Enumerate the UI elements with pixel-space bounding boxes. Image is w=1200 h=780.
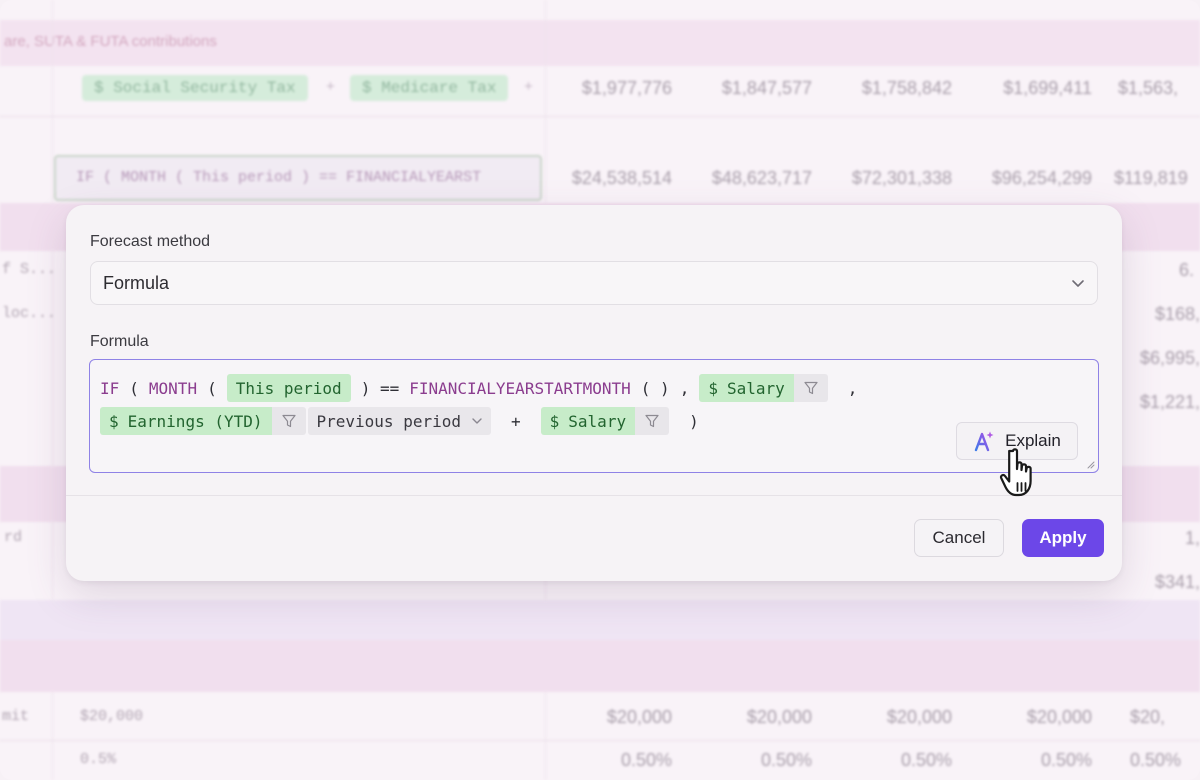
table-row: $24,538,514 $48,623,717 $72,301,338 $96,…: [0, 158, 1200, 198]
hand-pointer-cursor-icon: [999, 448, 1032, 497]
formula-fysm: FINANCIALYEARSTARTMONTH: [409, 378, 631, 398]
period-select[interactable]: Previous period: [307, 407, 491, 435]
table-cell: $1,563,: [1118, 78, 1179, 98]
table-cell: $1,221,: [1139, 392, 1200, 412]
formula-label: Formula: [90, 333, 149, 350]
side-label: f S...: [2, 261, 57, 278]
social-security-chip: $ Social Security Tax: [82, 75, 308, 101]
side-label: rd: [4, 529, 23, 546]
formula-comma: ,: [679, 378, 690, 398]
table-cell: $20,000: [886, 707, 952, 727]
resize-handle-icon[interactable]: [1085, 459, 1095, 469]
salary-filter-button[interactable]: [635, 407, 670, 435]
table-cell: $24,538,514: [571, 168, 672, 188]
formula-month: MONTH: [148, 378, 198, 398]
table-row: 0.5% 0.50% 0.50% 0.50% 0.50% 0.50%: [0, 740, 1200, 780]
salary-chip[interactable]: $ Salary: [699, 374, 794, 402]
table-cell: 6.: [1178, 260, 1194, 280]
filter-icon: [281, 414, 296, 428]
side-label: mit: [2, 708, 30, 725]
table-cell: $20,000: [606, 707, 672, 727]
table-cell: 0.50%: [620, 750, 672, 770]
forecast-method-label: Forecast method: [90, 233, 211, 250]
salary-chip-label: Salary: [726, 378, 785, 398]
salary-chip-label: Salary: [568, 411, 627, 431]
table-cell: 0.50%: [1130, 750, 1182, 770]
filter-icon: [645, 414, 659, 428]
table-cell: $96,254,299: [991, 168, 1092, 188]
chevron-down-icon: [1072, 280, 1084, 287]
table-cell: $1,977,776: [581, 78, 672, 98]
app-window: are, SUTA & FUTA contributions $ Social …: [0, 0, 1200, 780]
table-cell: $1,847,577: [721, 78, 812, 98]
formula-line-2: $ Earnings (YTD) Previous period + $ Salar…: [100, 407, 699, 435]
table-cell: $20,000: [746, 707, 812, 727]
table-cell: 0.50%: [900, 750, 952, 770]
period-select-value: Previous period: [316, 411, 462, 431]
table-cell: $20,: [1130, 707, 1166, 727]
rate-label: 0.5%: [80, 751, 117, 768]
table-cell: $72,301,338: [851, 168, 952, 188]
earnings-ytd-chip[interactable]: $ Earnings (YTD): [100, 407, 272, 435]
apply-button[interactable]: Apply: [1022, 519, 1104, 557]
section-title: are, SUTA & FUTA contributions: [4, 33, 217, 50]
amount-label: $20,000: [80, 708, 144, 725]
forecast-method-dialog: Forecast method Formula Formula IF ( MON…: [66, 205, 1122, 581]
side-label: loc...: [2, 305, 57, 322]
formula-if: IF: [100, 378, 120, 398]
formula-paren: (: [129, 378, 139, 398]
formula-line-1: IF ( MONTH ( This period ) == FINANCIALY…: [100, 374, 857, 402]
ai-sparkle-icon: [974, 431, 994, 452]
formula-paren: (: [207, 378, 217, 398]
forecast-method-select[interactable]: Formula: [90, 261, 1098, 305]
dollar-icon: $: [549, 411, 560, 431]
table-cell: $168,: [1154, 304, 1200, 324]
formula-editor[interactable]: IF ( MONTH ( This period ) == FINANCIALY…: [89, 359, 1099, 473]
salary-chip[interactable]: $ Salary: [540, 407, 636, 435]
dollar-icon: $: [708, 378, 718, 398]
table-cell: 0.50%: [1040, 750, 1092, 770]
forecast-method-value: Formula: [103, 272, 170, 293]
table-cell: $20,000: [1026, 707, 1092, 727]
chevron-down-icon: [472, 418, 482, 424]
modal-divider: [66, 495, 1122, 496]
medicare-chip: $ Medicare Tax: [350, 75, 509, 101]
table-cell: $48,623,717: [711, 168, 812, 188]
table-cell: $341,: [1154, 572, 1200, 592]
filter-icon: [804, 381, 818, 395]
table-cell: $6,995,: [1139, 348, 1200, 368]
table-cell: $1,758,842: [861, 78, 952, 98]
earnings-filter-button[interactable]: [271, 407, 306, 435]
table-cell: $1,699,411: [1003, 78, 1092, 98]
table-cell: 0.50%: [760, 750, 812, 770]
earnings-chip-label: Earnings (YTD): [127, 411, 263, 431]
table-row: $ Social Security Tax + $ Medicare Tax +…: [0, 68, 1200, 108]
formula-close-paren: ): [689, 411, 699, 431]
salary-filter-button[interactable]: [793, 374, 828, 402]
formula-plus: +: [511, 411, 521, 431]
table-cell: 1,: [1184, 528, 1200, 548]
formula-comma: ,: [847, 378, 858, 398]
dollar-icon: $: [109, 411, 119, 431]
formula-equals: ) ==: [360, 378, 400, 398]
table-row: mit $20,000 $20,000 $20,000 $20,000 $20,…: [0, 697, 1200, 737]
cancel-button[interactable]: Cancel: [914, 519, 1004, 557]
table-cell: $119,819: [1114, 168, 1188, 188]
this-period-chip[interactable]: This period: [226, 374, 351, 402]
formula-parens: ( ): [640, 378, 670, 398]
